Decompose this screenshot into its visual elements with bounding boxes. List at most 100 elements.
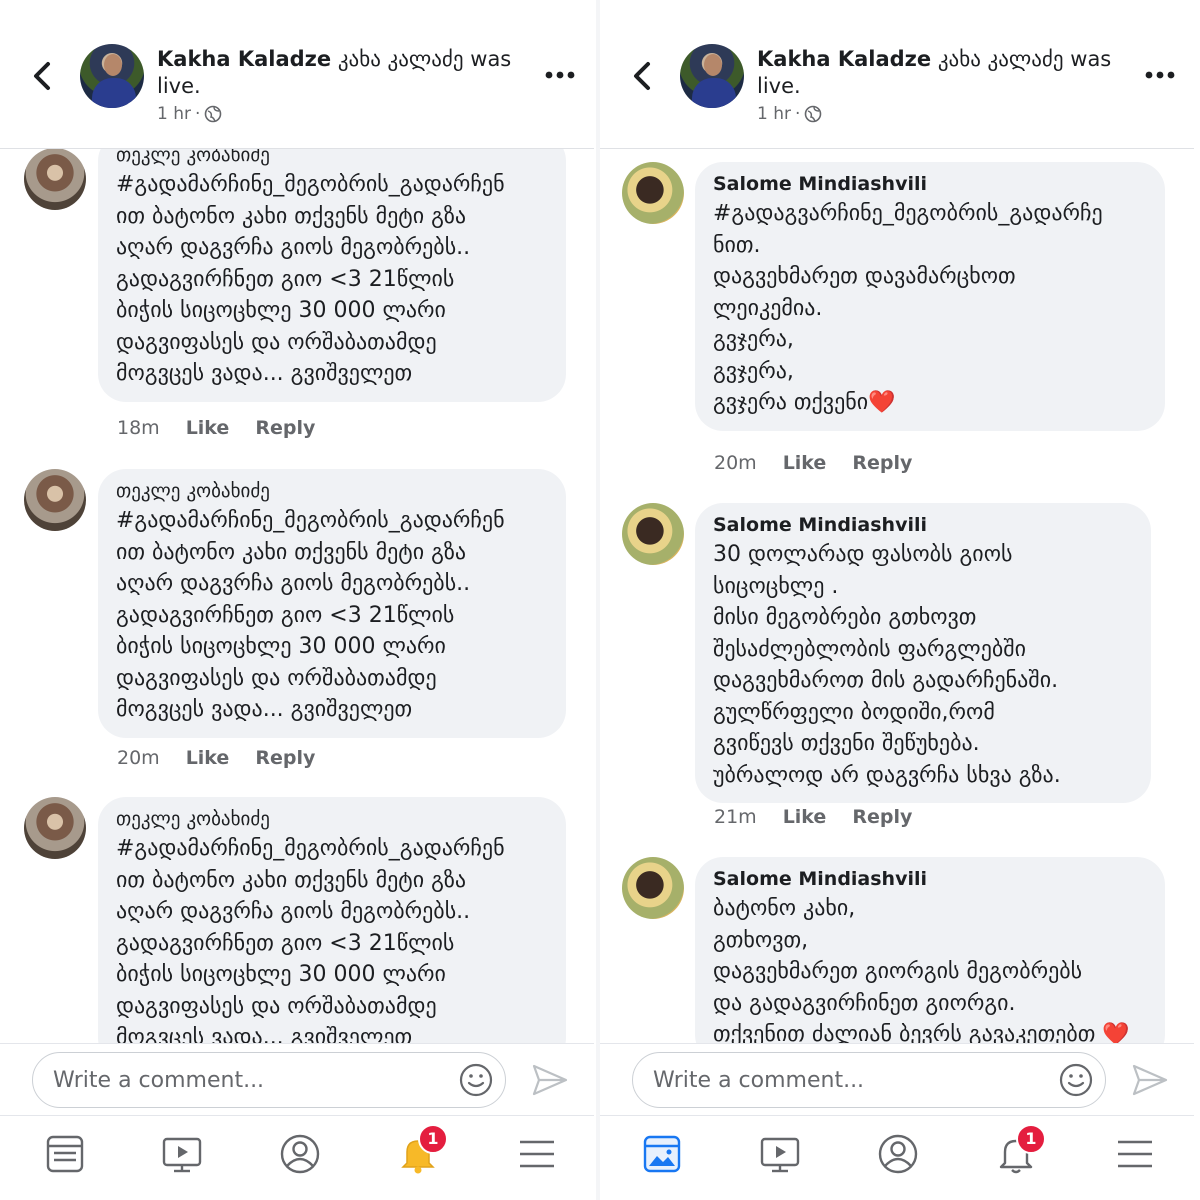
comment-text: ბატონო კახი, გთხოვთ, დაგვეხმარეთ გიორგის… <box>713 896 1130 1043</box>
comment-text: #გადამარჩინე_მეგობრის_გადარჩენ ით ბატონო… <box>116 508 505 722</box>
comment-bubble: Salome Mindiashvili 30 დოლარად ფასობს გი… <box>695 503 1151 803</box>
post-header: Kakha Kaladze კახა კალაძე was live. 1 hr… <box>0 0 594 149</box>
globe-icon <box>205 105 222 123</box>
like-button[interactable]: Like <box>186 747 230 769</box>
reply-button[interactable]: Reply <box>255 747 315 769</box>
profile-icon <box>878 1134 918 1174</box>
page-avatar[interactable] <box>80 44 144 108</box>
comment-author[interactable]: თეკლე კობახიძე <box>116 477 548 505</box>
nav-notifications[interactable]: 1 <box>994 1124 1046 1176</box>
more-options-button[interactable] <box>1140 62 1180 88</box>
menu-icon <box>1118 1140 1152 1168</box>
comments-list[interactable]: Salome Mindiashvili #გადაგვარჩინე_მეგობრ… <box>600 149 1194 1043</box>
chevron-left-icon <box>634 62 650 90</box>
more-horizontal-icon <box>545 71 575 79</box>
nav-news-feed[interactable] <box>43 1132 87 1176</box>
send-icon[interactable] <box>530 1062 570 1098</box>
nav-profile[interactable] <box>278 1132 322 1176</box>
back-button[interactable] <box>28 58 58 94</box>
avatar[interactable] <box>24 469 86 531</box>
comment-text: #გადაგვარჩინე_მეგობრის_გადარჩე ნით. დაგვ… <box>713 201 1103 415</box>
bottom-navigation: 1 <box>600 1115 1194 1200</box>
profile-icon <box>280 1134 320 1174</box>
avatar[interactable] <box>622 857 684 919</box>
comment-input[interactable] <box>632 1052 1106 1108</box>
nav-menu[interactable] <box>1113 1132 1157 1176</box>
bottom-navigation: 1 <box>0 1115 594 1200</box>
comment-bubble: თეკლე კობახიძე #გადამარჩინე_მეგობრის_გად… <box>98 149 566 402</box>
send-icon[interactable] <box>1130 1062 1170 1098</box>
post-header: Kakha Kaladze კახა კალაძე was live. 1 hr… <box>600 0 1194 149</box>
more-horizontal-icon <box>1145 71 1175 79</box>
back-button[interactable] <box>628 58 658 94</box>
screenshot-left: Kakha Kaladze კახა კალაძე was live. 1 hr… <box>0 0 594 1200</box>
comment-time[interactable]: 20m <box>117 747 160 769</box>
smiley-icon[interactable] <box>1058 1062 1094 1098</box>
comment-composer <box>600 1043 1194 1116</box>
comment-text: 30 დოლარად ფასობს გიოს სიცოცხლე . მისი მ… <box>713 542 1061 788</box>
nav-watch[interactable] <box>758 1132 802 1176</box>
avatar[interactable] <box>24 797 86 859</box>
comment-author[interactable]: Salome Mindiashvili <box>713 170 1147 198</box>
reply-button[interactable]: Reply <box>852 452 912 474</box>
reply-button[interactable]: Reply <box>255 417 315 439</box>
post-time[interactable]: 1 hr <box>157 104 191 124</box>
comment-text: #გადამარჩინე_მეგობრის_გადარჩენ ით ბატონო… <box>116 172 505 386</box>
page-name-georgian: კახა კალაძე <box>337 47 464 71</box>
menu-icon <box>520 1140 554 1168</box>
post-title: Kakha Kaladze კახა კალაძე was live. <box>757 46 1117 100</box>
news-feed-icon <box>46 1135 84 1173</box>
smiley-icon[interactable] <box>458 1062 494 1098</box>
post-title: Kakha Kaladze კახა კალაძე was live. <box>157 46 517 100</box>
reply-button[interactable]: Reply <box>852 806 912 828</box>
globe-icon <box>805 105 822 123</box>
post-meta: 1 hr · <box>157 104 222 124</box>
video-play-icon <box>760 1137 800 1173</box>
comment-author[interactable]: Salome Mindiashvili <box>713 511 1133 539</box>
news-feed-icon <box>643 1135 681 1173</box>
avatar[interactable] <box>622 162 684 224</box>
notification-badge: 1 <box>1016 1124 1046 1154</box>
comment-actions: 20m Like Reply <box>117 747 315 769</box>
like-button[interactable]: Like <box>186 417 230 439</box>
comment-bubble: Salome Mindiashvili ბატონო კახი, გთხოვთ,… <box>695 857 1165 1043</box>
video-play-icon <box>162 1137 202 1173</box>
nav-menu[interactable] <box>515 1132 559 1176</box>
screenshot-right: Kakha Kaladze კახა კალაძე was live. 1 hr… <box>600 0 1194 1200</box>
comment-input[interactable] <box>32 1052 506 1108</box>
notification-badge: 1 <box>418 1124 448 1154</box>
like-button[interactable]: Like <box>783 806 827 828</box>
comment-actions: 21m Like Reply <box>714 806 912 828</box>
more-options-button[interactable] <box>540 62 580 88</box>
nav-news-feed[interactable] <box>640 1132 684 1176</box>
comment-author[interactable]: თეკლე კობახიძე <box>116 149 548 169</box>
meta-separator: · <box>194 104 201 124</box>
comment-actions: 20m Like Reply <box>714 452 912 474</box>
comment-time[interactable]: 20m <box>714 452 757 474</box>
post-meta: 1 hr · <box>757 104 822 124</box>
comment-author[interactable]: Salome Mindiashvili <box>713 865 1147 893</box>
page-name[interactable]: Kakha Kaladze <box>757 47 931 71</box>
avatar[interactable] <box>24 149 86 210</box>
comment-bubble: Salome Mindiashvili #გადაგვარჩინე_მეგობრ… <box>695 162 1165 431</box>
avatar[interactable] <box>622 503 684 565</box>
comment-bubble: თეკლე კობახიძე #გადამარჩინე_მეგობრის_გად… <box>98 797 566 1043</box>
comment-time[interactable]: 18m <box>117 417 160 439</box>
nav-notifications[interactable]: 1 <box>396 1124 448 1176</box>
comment-actions: 18m Like Reply <box>117 417 315 439</box>
page-name[interactable]: Kakha Kaladze <box>157 47 331 71</box>
page-avatar[interactable] <box>680 44 744 108</box>
like-button[interactable]: Like <box>783 452 827 474</box>
chevron-left-icon <box>34 62 50 90</box>
comment-composer <box>0 1043 594 1116</box>
comment-author[interactable]: თეკლე კობახიძე <box>116 805 548 833</box>
page-name-georgian: კახა კალაძე <box>937 47 1064 71</box>
post-time[interactable]: 1 hr <box>757 104 791 124</box>
comment-time[interactable]: 21m <box>714 806 757 828</box>
meta-separator: · <box>794 104 801 124</box>
comments-list[interactable]: თეკლე კობახიძე #გადამარჩინე_მეგობრის_გად… <box>0 149 594 1043</box>
nav-profile[interactable] <box>876 1132 920 1176</box>
comment-bubble: თეკლე კობახიძე #გადამარჩინე_მეგობრის_გად… <box>98 469 566 738</box>
nav-watch[interactable] <box>160 1132 204 1176</box>
comment-text: #გადამარჩინე_მეგობრის_გადარჩენ ით ბატონო… <box>116 836 505 1043</box>
